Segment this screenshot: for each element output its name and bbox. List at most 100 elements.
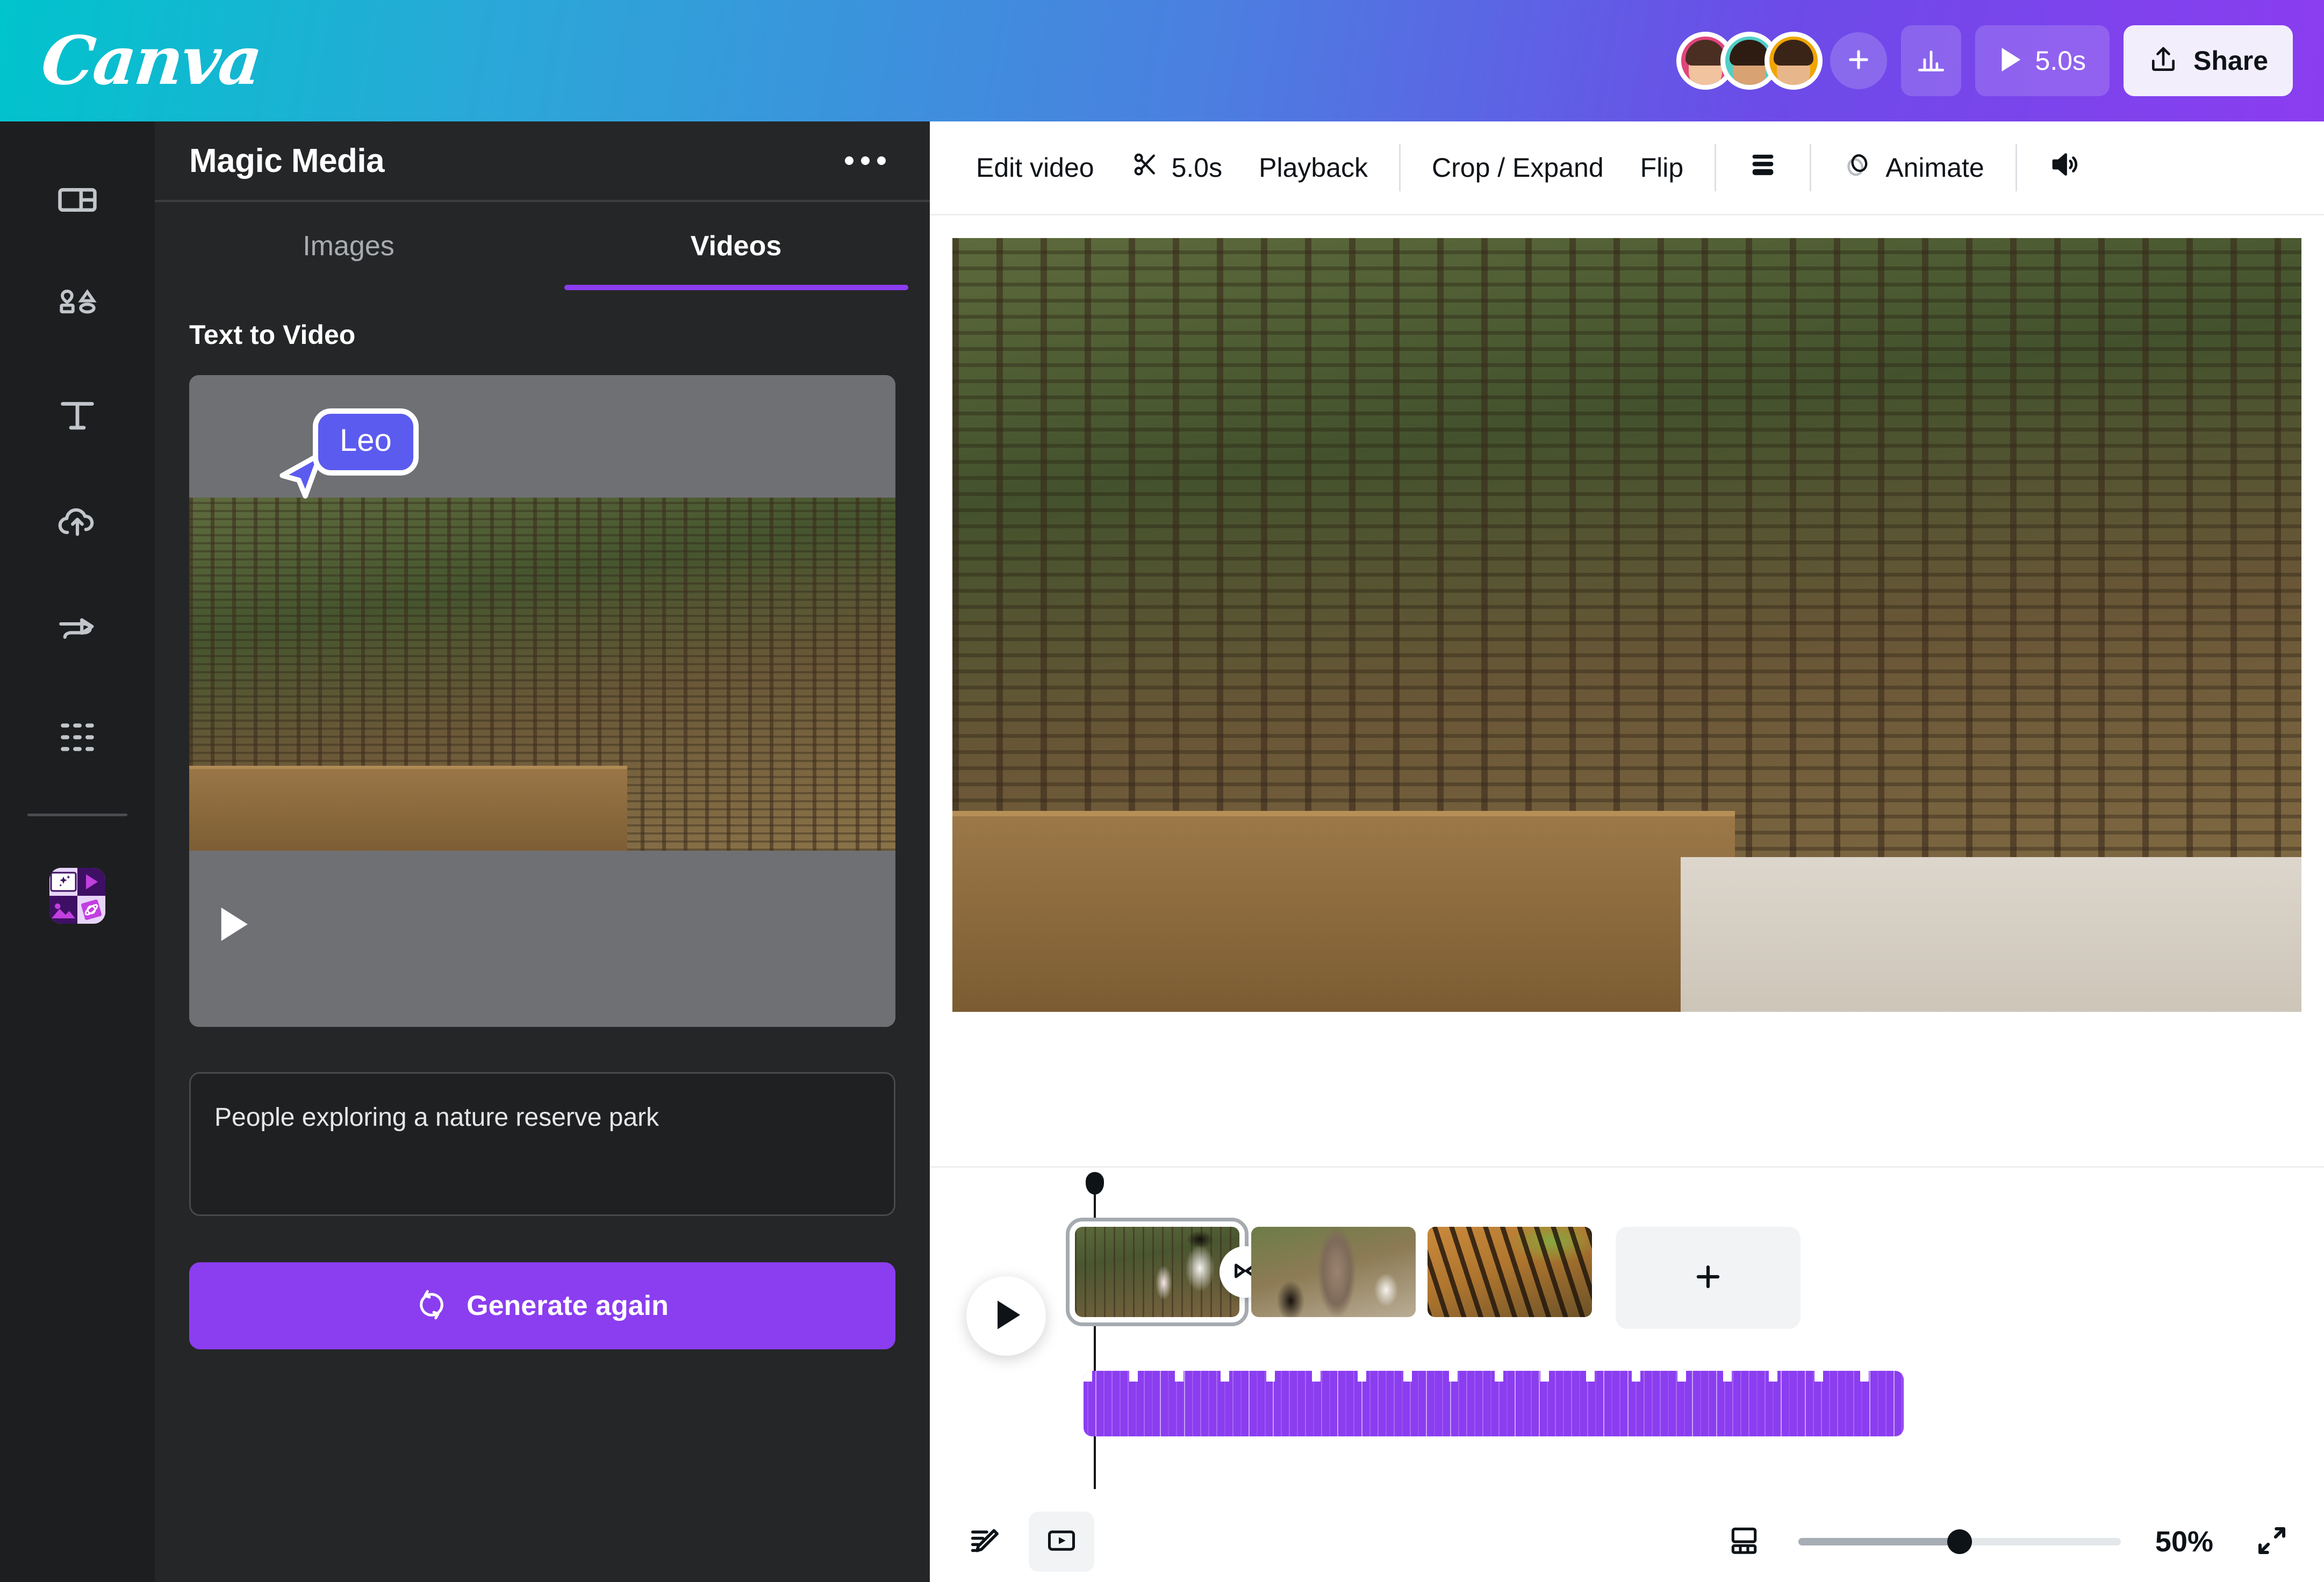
zoom-slider-handle[interactable] — [1947, 1529, 1972, 1554]
audio-track-notches — [1084, 1371, 1904, 1382]
planter-box — [952, 810, 1735, 1012]
volume-button[interactable] — [2030, 136, 2099, 199]
preview-play-button[interactable]: 5.0s — [1975, 25, 2110, 96]
timeline-clip-3[interactable] — [1428, 1227, 1592, 1317]
grid-view-button[interactable] — [1718, 1514, 1770, 1570]
share-label: Share — [2193, 46, 2268, 76]
avatar[interactable] — [1764, 32, 1823, 90]
clip-thumbnail — [1075, 1227, 1239, 1317]
volume-icon — [2048, 148, 2081, 187]
top-bar: Canva 5.0s Share — [0, 0, 2324, 121]
trim-duration-label: 5.0s — [1171, 153, 1223, 183]
clip-thumbnail — [1428, 1227, 1592, 1317]
chart-bar-icon — [1916, 44, 1947, 78]
position-button[interactable] — [1729, 137, 1797, 198]
context-toolbar: Edit video 5.0s Playback Crop / Expand F… — [930, 121, 2324, 215]
preview-thumbnail — [189, 498, 895, 851]
plus-icon — [1845, 46, 1873, 76]
preview-controls-bar — [189, 851, 895, 1027]
timeline-view-toggle[interactable] — [1029, 1512, 1094, 1572]
page-title: Magic Media — [189, 142, 385, 179]
toolbar-divider — [1399, 144, 1401, 191]
audio-track[interactable] — [1084, 1371, 1904, 1436]
animate-label: Animate — [1885, 153, 1984, 183]
ellipsis-icon — [877, 156, 886, 165]
toolbar-divider — [1810, 144, 1812, 191]
play-icon — [1999, 46, 2022, 76]
add-page-button[interactable] — [1616, 1227, 1801, 1329]
sidebar-item-design[interactable] — [26, 155, 128, 247]
draw-icon — [55, 608, 99, 655]
text-icon — [55, 393, 99, 440]
topbar-actions: 5.0s Share — [1676, 25, 2293, 96]
canvas-area[interactable] — [930, 215, 2324, 1166]
panel-body: Text to Video Leo People exploring a nat… — [155, 290, 930, 1582]
timeline-play-button[interactable] — [966, 1276, 1046, 1356]
apps-icon — [55, 715, 99, 762]
sidebar-item-draw[interactable] — [26, 585, 128, 677]
tab-images[interactable]: Images — [155, 202, 542, 290]
fullscreen-button[interactable] — [2246, 1514, 2298, 1570]
tab-videos[interactable]: Videos — [542, 202, 930, 290]
uploads-icon — [55, 500, 99, 547]
refresh-icon — [416, 1289, 447, 1323]
section-title: Text to Video — [189, 320, 356, 350]
panel-more-button[interactable] — [833, 145, 898, 177]
collaborator-avatars — [1676, 32, 1823, 90]
sidebar-item-text[interactable] — [26, 370, 128, 462]
trim-duration-button[interactable]: 5.0s — [1113, 138, 1241, 197]
canva-logo[interactable]: Canva — [38, 22, 264, 100]
panel-tabs: Images Videos — [155, 202, 930, 290]
video-preview-card[interactable]: Leo — [189, 375, 895, 1027]
clip-strip — [1066, 1218, 1801, 1329]
animate-button[interactable]: Animate — [1824, 137, 2002, 198]
generate-again-button[interactable]: Generate again — [189, 1262, 895, 1349]
zoom-slider-fill — [1798, 1538, 1960, 1545]
timeline-clip-1[interactable] — [1066, 1218, 1249, 1326]
play-icon — [217, 908, 250, 946]
zoom-slider[interactable] — [1798, 1529, 2121, 1554]
walkway — [1681, 857, 2301, 1012]
cursor-name-label: Leo — [313, 408, 419, 476]
ellipsis-icon — [861, 156, 870, 165]
magic-media-icon — [49, 868, 105, 924]
magic-media-panel: Magic Media Images Videos Text to Video — [155, 121, 930, 1582]
scissors-icon — [1131, 150, 1160, 185]
video-canvas[interactable] — [952, 238, 2301, 1012]
clip-thumbnail — [1251, 1227, 1416, 1317]
sidebar-item-apps[interactable] — [26, 692, 128, 785]
timeline — [930, 1166, 2324, 1501]
preview-play-button[interactable] — [217, 904, 250, 947]
panel-header: Magic Media — [155, 121, 930, 200]
share-upload-icon — [2148, 45, 2178, 77]
position-layers-icon — [1747, 149, 1778, 186]
left-rail — [0, 121, 155, 1582]
timeline-clip-2[interactable] — [1220, 1227, 1416, 1317]
share-button[interactable]: Share — [2124, 25, 2293, 96]
sidebar-item-magic-media[interactable] — [49, 868, 105, 924]
add-collaborator-button[interactable] — [1830, 32, 1887, 89]
toolbar-divider — [2015, 144, 2017, 191]
edit-video-button[interactable]: Edit video — [958, 140, 1113, 195]
expand-arrows-icon — [2254, 1523, 2290, 1561]
animate-icon — [1842, 149, 1874, 186]
design-icon — [55, 178, 99, 225]
sidebar-item-uploads[interactable] — [26, 477, 128, 570]
playback-button[interactable]: Playback — [1240, 140, 1386, 195]
main-area: Edit video 5.0s Playback Crop / Expand F… — [930, 121, 2324, 1582]
prompt-input[interactable]: People exploring a nature reserve park — [189, 1072, 895, 1216]
design-duration: 5.0s — [2035, 46, 2086, 76]
zoom-level-label: 50% — [2155, 1526, 2213, 1558]
timeline-view-icon — [1045, 1525, 1078, 1559]
planter-box — [189, 766, 627, 851]
play-icon — [989, 1298, 1023, 1334]
rail-divider — [27, 814, 127, 816]
ellipsis-icon — [845, 156, 853, 165]
flip-button[interactable]: Flip — [1622, 140, 1702, 195]
insights-button[interactable] — [1900, 25, 1961, 96]
crop-expand-button[interactable]: Crop / Expand — [1414, 140, 1622, 195]
sidebar-item-elements[interactable] — [26, 262, 128, 355]
plus-icon — [1691, 1260, 1725, 1296]
notes-button[interactable] — [956, 1511, 1015, 1573]
elements-icon — [55, 285, 99, 332]
